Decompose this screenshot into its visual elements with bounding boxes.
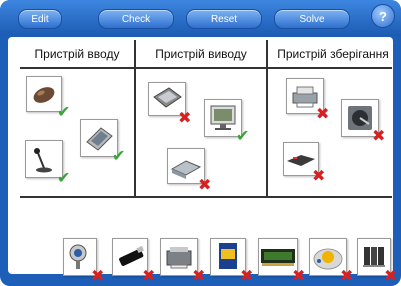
wrong-mark: ✖	[316, 104, 330, 123]
correct-mark: ✔	[236, 126, 250, 145]
wrong-mark: ✖	[384, 266, 398, 285]
column-divider-1	[134, 40, 136, 197]
check-button[interactable]: Check	[98, 9, 174, 29]
wrong-mark: ✖	[178, 108, 192, 127]
wrong-mark: ✖	[340, 266, 354, 285]
correct-mark: ✔	[57, 168, 71, 187]
wrong-mark: ✖	[142, 266, 156, 285]
wrong-mark: ✖	[91, 266, 105, 285]
toolbar: Edit Check Reset Solve ?	[0, 0, 401, 36]
column-divider-2	[266, 40, 268, 197]
edit-button[interactable]: Edit	[18, 9, 62, 29]
reset-button[interactable]: Reset	[186, 9, 262, 29]
wrong-mark: ✖	[292, 266, 306, 285]
header-divider	[20, 67, 392, 69]
column-header-input: Пристрій вводу	[34, 47, 120, 61]
bottom-divider	[20, 196, 392, 198]
correct-mark: ✔	[57, 102, 71, 121]
wrong-mark: ✖	[198, 175, 212, 194]
column-header-storage: Пристрій зберігання	[277, 47, 389, 61]
column-header-output: Пристрій виводу	[155, 47, 247, 61]
wrong-mark: ✖	[240, 266, 254, 285]
correct-mark: ✔	[112, 146, 126, 165]
help-button[interactable]: ?	[371, 4, 395, 28]
solve-button[interactable]: Solve	[274, 9, 350, 29]
wrong-mark: ✖	[312, 166, 326, 185]
wrong-mark: ✖	[192, 266, 206, 285]
mouse-icon	[33, 87, 55, 103]
wrong-mark: ✖	[372, 126, 386, 145]
